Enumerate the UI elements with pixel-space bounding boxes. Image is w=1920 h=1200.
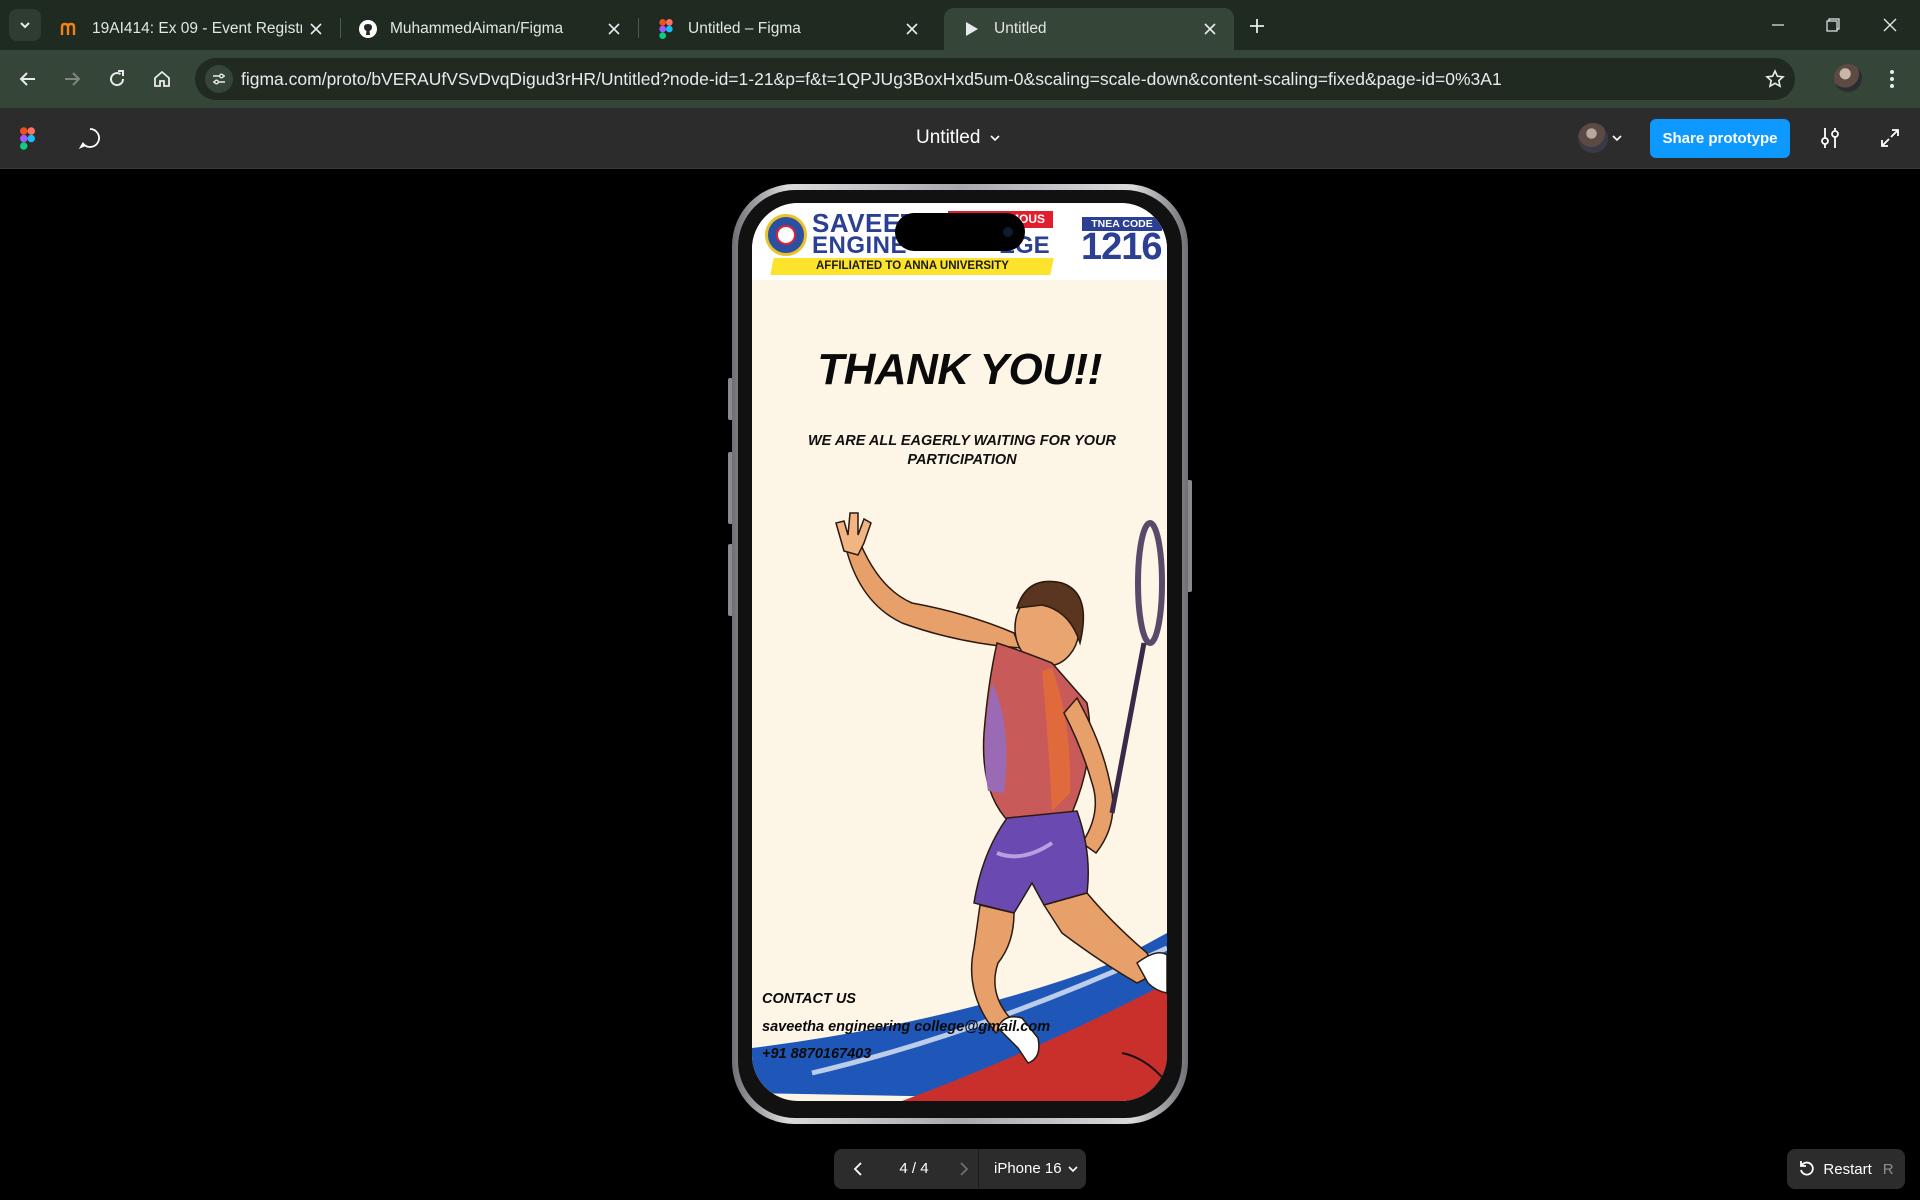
- bookmark-star-icon[interactable]: [1763, 67, 1787, 91]
- affiliation-text: AFFILIATED TO ANNA UNIVERSITY: [815, 260, 1009, 272]
- waiting-subheading: WE ARE ALL EAGERLY WAITING FOR YOUR PART…: [807, 433, 1116, 468]
- home-button[interactable]: [147, 64, 177, 94]
- back-button[interactable]: [13, 64, 43, 94]
- github-icon: [358, 19, 378, 39]
- tab-moodle[interactable]: 19AI414: Ex 09 - Event Registrat: [42, 8, 340, 50]
- fullscreen-button[interactable]: [1876, 124, 1904, 152]
- contact-phone: +91 8870167403: [762, 1046, 872, 1062]
- document-title: Untitled: [916, 127, 981, 148]
- chevron-down-icon: [990, 135, 1000, 142]
- browser-menu-button[interactable]: [1880, 64, 1904, 94]
- minimize-icon: [1772, 24, 1784, 26]
- tab-title: Untitled: [994, 20, 1047, 37]
- reload-icon: [110, 70, 125, 87]
- tab-github[interactable]: MuhammedAiman/Figma: [340, 8, 638, 50]
- share-prototype-button[interactable]: Share prototype: [1650, 119, 1790, 158]
- prototype-screen[interactable]: SAVEETH MOUS ENGINE EGE AFFILIATED TO AN…: [752, 203, 1167, 1101]
- restart-label: Restart: [1823, 1160, 1872, 1178]
- tab-figma-editor[interactable]: Untitled – Figma: [638, 8, 936, 50]
- tab-title: MuhammedAiman/Figma: [390, 20, 564, 37]
- thank-you-heading: THANK YOU!!: [817, 345, 1102, 394]
- figma-logo-icon[interactable]: [20, 127, 35, 155]
- affiliation-banner: AFFILIATED TO ANNA UNIVERSITY: [770, 258, 1054, 275]
- comment-icon: [78, 128, 100, 150]
- figma-icon: [656, 19, 676, 39]
- address-bar[interactable]: figma.com/proto/bVERAUfVSvDvqDigud3rHR/U…: [195, 58, 1795, 100]
- chevron-down-icon: [1612, 135, 1622, 142]
- comment-button[interactable]: [76, 124, 104, 152]
- close-tab-icon[interactable]: [306, 19, 326, 39]
- play-icon: [962, 19, 982, 39]
- college-name-line2: ENGINE: [812, 232, 908, 259]
- close-icon: [1883, 18, 1897, 32]
- chevron-down-icon: [1067, 1165, 1078, 1172]
- plus-icon: [1250, 19, 1264, 33]
- reload-button[interactable]: [102, 64, 132, 94]
- college-seal-icon: [765, 214, 807, 256]
- frame-pager: 4 / 4 iPhone 16: [834, 1149, 1086, 1189]
- badminton-player-illustration: [752, 512, 1167, 1101]
- restart-button[interactable]: Restart R: [1787, 1149, 1905, 1189]
- close-tab-icon[interactable]: [604, 19, 624, 39]
- contact-email: saveetha engineering college@gmail.com: [762, 1019, 1051, 1035]
- url-text: figma.com/proto/bVERAUfVSvDvqDigud3rHR/U…: [241, 69, 1502, 89]
- tnea-code: 1216: [1081, 226, 1163, 268]
- device-selector[interactable]: iPhone 16: [994, 1160, 1078, 1177]
- forward-button[interactable]: [57, 64, 87, 94]
- previous-frame-button[interactable]: [846, 1157, 870, 1181]
- restart-icon: [1800, 1161, 1815, 1176]
- expand-icon: [1881, 129, 1899, 147]
- arrow-left-icon: [19, 72, 35, 86]
- navigation-bar: figma.com/proto/bVERAUfVSvDvqDigud3rHR/U…: [0, 50, 1920, 108]
- profile-avatar[interactable]: [1834, 64, 1862, 92]
- home-icon: [154, 70, 170, 87]
- tab-search-button[interactable]: [9, 9, 41, 41]
- close-tab-icon[interactable]: [1200, 19, 1220, 39]
- site-settings-icon[interactable]: [205, 65, 233, 93]
- prototype-settings-button[interactable]: [1816, 124, 1844, 152]
- restart-shortcut: R: [1882, 1160, 1894, 1178]
- figma-toolbar: Untitled Share prototype: [0, 108, 1920, 169]
- chevron-down-icon: [20, 22, 30, 29]
- user-menu-button[interactable]: [1578, 120, 1640, 156]
- divider: [978, 1149, 979, 1189]
- frame-counter: 4 / 4: [899, 1160, 929, 1177]
- new-tab-button[interactable]: [1243, 12, 1271, 40]
- device-name: iPhone 16: [994, 1160, 1062, 1177]
- restore-button[interactable]: [1813, 10, 1853, 40]
- tab-prototype-active[interactable]: Untitled: [944, 8, 1234, 50]
- tab-title: Untitled – Figma: [688, 20, 801, 37]
- tab-strip: 19AI414: Ex 09 - Event Registrat Muhamme…: [0, 0, 1920, 50]
- more-vertical-icon: [1890, 70, 1894, 88]
- minimize-button[interactable]: [1758, 10, 1798, 40]
- avatar: [1578, 123, 1608, 153]
- restore-icon: [1826, 18, 1840, 32]
- next-frame-button[interactable]: [952, 1157, 976, 1181]
- chevron-left-icon: [853, 1162, 862, 1176]
- close-window-button[interactable]: [1870, 10, 1910, 40]
- arrow-right-icon: [65, 72, 81, 86]
- chevron-right-icon: [960, 1162, 969, 1176]
- sliders-icon: [1821, 128, 1839, 148]
- document-title-dropdown[interactable]: Untitled: [916, 127, 1000, 149]
- tab-title: 19AI414: Ex 09 - Event Registrat: [92, 20, 302, 37]
- contact-us-title: CONTACT US: [762, 991, 856, 1007]
- moodle-icon: [60, 19, 80, 39]
- close-tab-icon[interactable]: [902, 19, 922, 39]
- dynamic-island: [895, 213, 1025, 251]
